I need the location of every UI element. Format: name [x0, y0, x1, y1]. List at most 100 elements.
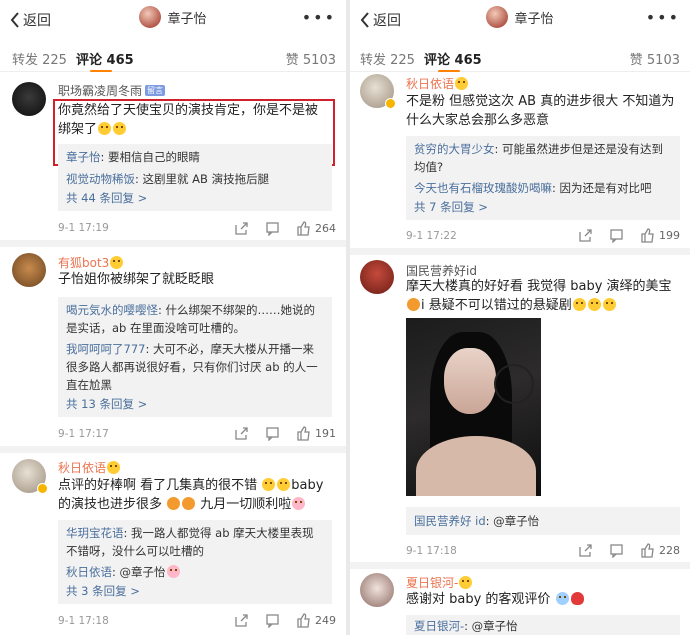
comment-icon[interactable] — [609, 543, 624, 559]
post-author-name: 章子怡 — [167, 11, 207, 27]
comment-text: 摩天大楼真的好好看 我觉得 baby 演绎的美宝i 悬疑不可以错过的悬疑剧 — [406, 279, 672, 313]
reply: 视觉动物稀饭: 这剧里就 AB 演技拖后腿 — [66, 172, 270, 186]
comment-time: 9-1 17:18 — [406, 545, 457, 557]
comment-actions: 249 — [218, 613, 336, 629]
reply: 夏日银河-: @章子怡 — [414, 619, 518, 633]
left-screenshot: 返回 章子怡 ••• 转发 225 评论 465 赞 5103 职场霸凌周冬雨留… — [0, 0, 346, 635]
like-icon[interactable] — [296, 426, 311, 441]
reply: 章子怡: 要相信自己的眼睛 — [66, 150, 201, 164]
photo-face — [444, 348, 496, 414]
share-icon[interactable] — [234, 221, 249, 236]
comment-time: 9-1 17:18 — [58, 615, 109, 627]
more-dots-icon[interactable]: ••• — [646, 8, 680, 27]
comment-icon[interactable] — [609, 228, 624, 244]
member-badge: 留言 — [145, 85, 166, 96]
tab-comments[interactable]: 评论 465 — [424, 49, 482, 68]
nav-bar: 返回 章子怡 ••• — [350, 0, 690, 38]
avatar — [139, 6, 162, 28]
reply: 我呵呵呵了777: 大可不必，摩天大楼从开播一来很多路人都再说很好看，只有你们讨… — [66, 342, 318, 392]
post-author[interactable]: 章子怡 — [350, 6, 690, 28]
avatar — [486, 6, 509, 28]
tab-likes[interactable]: 赞 5103 — [286, 49, 336, 68]
share-icon[interactable] — [234, 613, 249, 628]
comment-text: 点评的好棒啊 看了几集真的很不错 baby 的演技也进步很多 九月一切顺利啦 — [58, 478, 324, 512]
tab-repost[interactable]: 转发 225 — [12, 49, 67, 68]
more-replies-link[interactable]: 共 3 条回复 > — [66, 582, 324, 600]
comment-time: 9-1 17:22 — [406, 230, 457, 242]
post-author[interactable]: 章子怡 — [0, 6, 346, 28]
post-author-name: 章子怡 — [514, 11, 554, 27]
comment-text: 不是粉 但感觉这次 AB 真的进步很大 不知道为什么大家总会那么多恶意 — [406, 94, 675, 128]
share-icon[interactable] — [578, 543, 593, 558]
replies-box[interactable]: 喝元気水的嘤嘤怪: 什么绑架不绑架的……她说的是实话，ab 在里面没啥可吐槽的。… — [58, 297, 332, 417]
comment-actions: 191 — [218, 426, 336, 442]
emoji-icon — [167, 497, 181, 510]
reply: 秋日依语: @章子怡 — [66, 563, 324, 581]
emoji-icon — [572, 298, 586, 311]
like-count: 191 — [315, 427, 336, 440]
more-replies-link[interactable]: 共 13 条回复 > — [66, 395, 324, 413]
verified-badge-icon — [37, 483, 48, 494]
like-icon[interactable] — [640, 543, 655, 558]
comment-text: 感谢对 baby 的客观评价 — [406, 590, 684, 609]
heart-icon — [570, 592, 584, 605]
comment-username[interactable]: 秋日依语 — [58, 459, 121, 476]
photo-glasses — [494, 364, 534, 404]
comment-text: 子怡姐你被绑架了就眨眨眼 — [58, 272, 215, 287]
avatar[interactable] — [12, 82, 46, 116]
comment-actions: 228 — [562, 543, 680, 559]
emoji-icon — [182, 497, 196, 510]
comment-icon[interactable] — [265, 221, 280, 237]
comment-username[interactable]: 夏日银河- — [406, 574, 473, 591]
reply: 华玥宝花语: 我一路人都觉得 ab 摩天大楼里表现不错呀，没什么可以吐槽的 — [66, 526, 314, 558]
comment-icon[interactable] — [265, 426, 280, 442]
more-replies-link[interactable]: 共 7 条回复 > — [414, 198, 672, 216]
like-icon[interactable] — [640, 228, 655, 243]
emoji-icon — [262, 478, 276, 491]
replies-box[interactable]: 贫穷的大胃少女: 可能虽然进步但是还是没有达到均值? 今天也有石榴玫瑰酸奶喝嘛:… — [406, 136, 680, 220]
avatar[interactable] — [360, 260, 394, 294]
emoji-icon — [277, 478, 291, 491]
comment-time: 9-1 17:17 — [58, 428, 109, 440]
emoji-icon — [602, 298, 616, 311]
like-icon[interactable] — [296, 221, 311, 236]
like-count: 199 — [659, 229, 680, 242]
emoji-icon — [292, 497, 306, 510]
replies-box[interactable]: 国民营养好 id: @章子怡 — [406, 507, 680, 535]
comment-time: 9-1 17:19 — [58, 222, 109, 234]
replies-box[interactable]: 章子怡: 要相信自己的眼睛 视觉动物稀饭: 这剧里就 AB 演技拖后腿 共 44… — [58, 144, 332, 211]
replies-box[interactable]: 华玥宝花语: 我一路人都觉得 ab 摩天大楼里表现不错呀，没什么可以吐槽的 秋日… — [58, 520, 332, 604]
share-icon[interactable] — [234, 426, 249, 441]
tab-underline — [90, 70, 112, 72]
more-dots-icon[interactable]: ••• — [302, 8, 336, 27]
tab-bar: 转发 225 评论 465 赞 5103 — [350, 40, 690, 72]
tab-likes[interactable]: 赞 5103 — [630, 49, 680, 68]
share-icon[interactable] — [578, 228, 593, 243]
reply: 贫穷的大胃少女: 可能虽然进步但是还是没有达到均值? — [414, 142, 664, 174]
comment-username[interactable]: 秋日依语 — [406, 75, 469, 92]
emoji-icon — [166, 565, 180, 578]
tab-bar: 转发 225 评论 465 赞 5103 — [0, 40, 346, 72]
tab-repost[interactable]: 转发 225 — [360, 49, 415, 68]
divider — [350, 562, 690, 569]
comment-username[interactable]: 职场霸凌周冬雨 留言 — [58, 82, 166, 99]
emoji-icon — [455, 77, 469, 90]
emoji-icon — [587, 298, 601, 311]
replies-box[interactable]: 夏日银河-: @章子怡 — [406, 615, 680, 635]
avatar[interactable] — [360, 573, 394, 607]
comment-icon[interactable] — [265, 613, 280, 629]
comment-actions: 264 — [218, 221, 336, 237]
tab-comments[interactable]: 评论 465 — [76, 49, 134, 68]
emoji-icon — [555, 592, 569, 605]
comment-username[interactable]: 有狐bot3 — [58, 254, 124, 271]
like-icon[interactable] — [296, 613, 311, 628]
reply: 国民营养好 id: @章子怡 — [414, 514, 540, 528]
emoji-icon — [407, 298, 420, 311]
avatar[interactable] — [12, 253, 46, 287]
divider — [0, 446, 346, 453]
more-replies-link[interactable]: 共 44 条回复 > — [66, 189, 324, 207]
comment-photo[interactable] — [406, 318, 541, 496]
emoji-icon — [459, 576, 473, 589]
verified-badge-icon — [385, 98, 396, 109]
emoji-icon — [107, 461, 121, 474]
